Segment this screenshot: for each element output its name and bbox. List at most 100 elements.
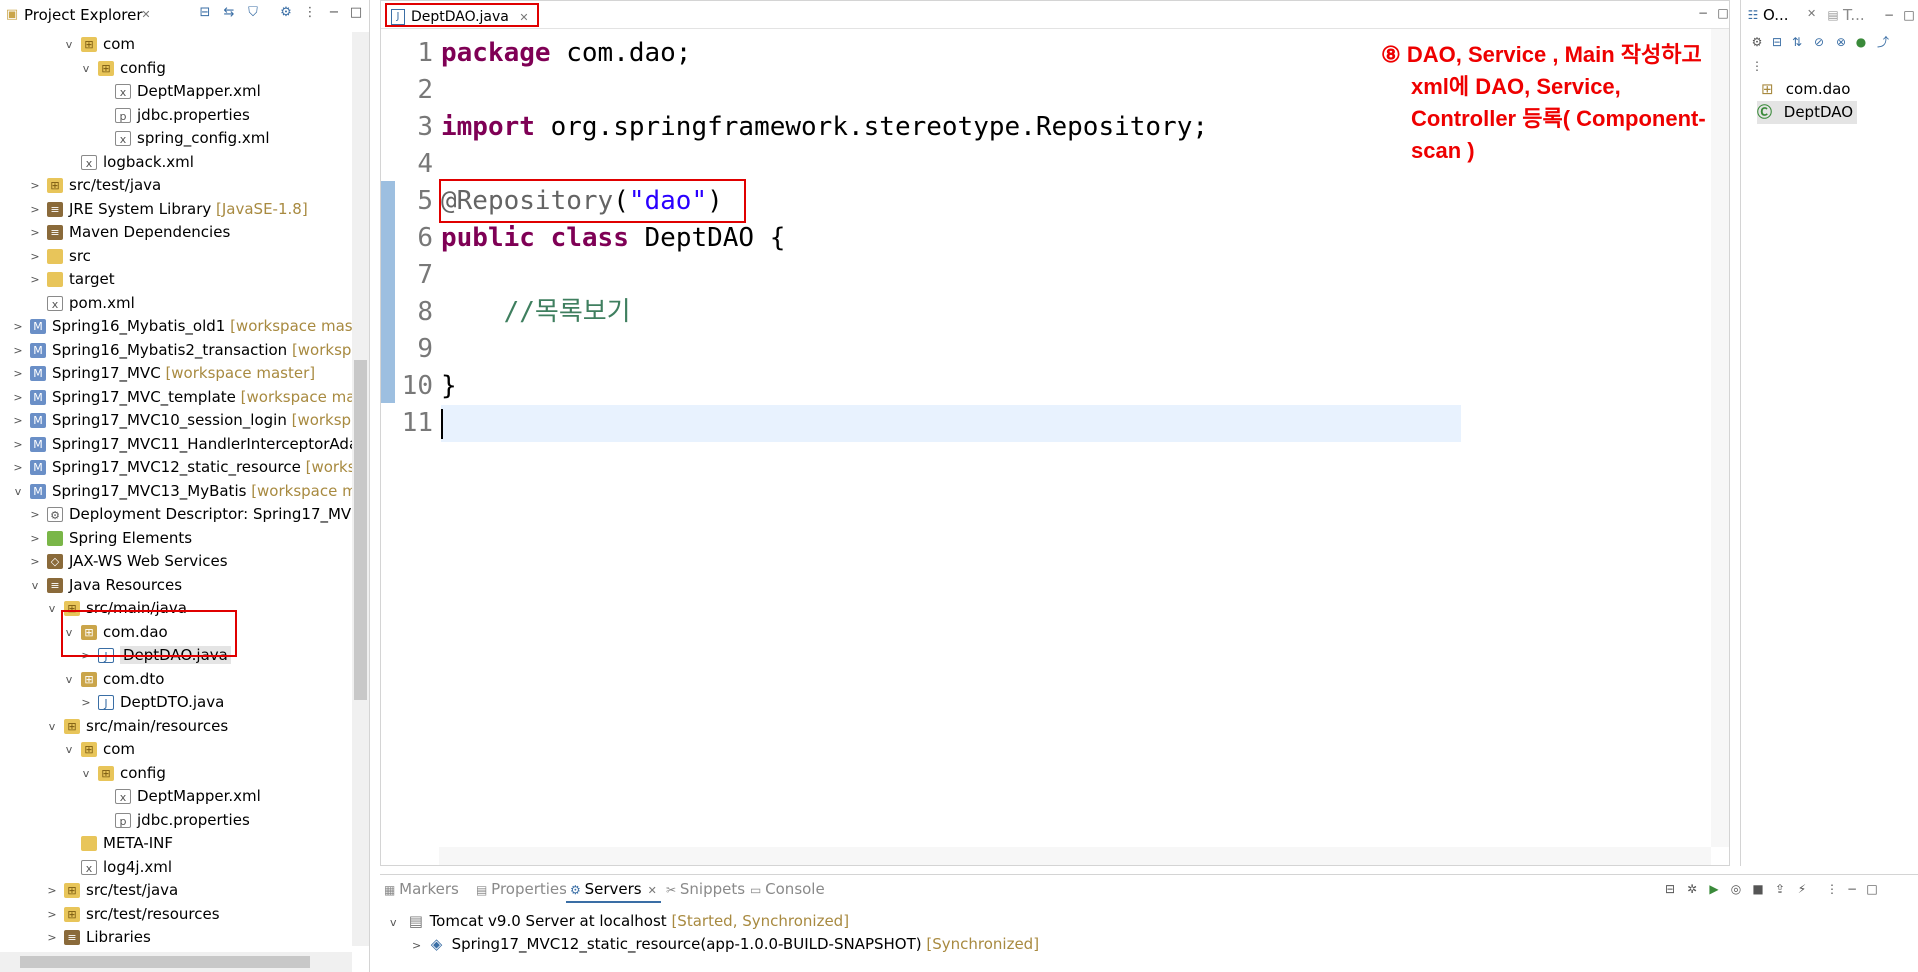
chevron-right-icon[interactable]: >	[29, 221, 41, 244]
chevron-down-icon[interactable]: v	[80, 57, 92, 80]
tree-item[interactable]: x pom.xml	[0, 292, 352, 315]
editor-vertical-scrollbar[interactable]	[1711, 29, 1729, 847]
tree-item[interactable]: > M Spring17_MVC12_static_resource [worksp…	[0, 456, 352, 479]
close-icon[interactable]: ✕	[138, 7, 154, 23]
chevron-right-icon[interactable]: >	[12, 409, 24, 432]
chevron-right-icon[interactable]: >	[46, 903, 58, 926]
view-menu-icon[interactable]: ⋮	[1749, 58, 1765, 74]
chevron-right-icon[interactable]: >	[412, 934, 426, 958]
tree-item[interactable]: > J DeptDTO.java	[0, 691, 352, 714]
tree-item[interactable]: > M Spring17_MVC10_session_login [workspac…	[0, 409, 352, 432]
hide-nonpublic-icon[interactable]: ●	[1853, 34, 1869, 50]
tab-snippets[interactable]: ✂ Snippets	[666, 875, 745, 903]
editor-tab-deptdao[interactable]: J DeptDAO.java ✕	[385, 3, 539, 27]
tree-item[interactable]: > ⚙ Deployment Descriptor: Spring17_MVC13_	[0, 503, 352, 526]
tree-item[interactable]: > M Spring16_Mybatis_old1 [workspace maste…	[0, 315, 352, 338]
chevron-right-icon[interactable]: >	[12, 386, 24, 409]
minimize-icon[interactable]: −	[1695, 5, 1711, 21]
stop-server-icon[interactable]: ■	[1750, 881, 1766, 897]
outline-tab[interactable]: O...	[1763, 6, 1789, 24]
tree-item[interactable]: > M Spring17_MVC [workspace master]	[0, 362, 352, 385]
minimize-icon[interactable]: −	[1881, 7, 1897, 23]
close-icon[interactable]: ✕	[1807, 7, 1816, 20]
chevron-down-icon[interactable]: v	[390, 911, 404, 935]
minimize-icon[interactable]: −	[1844, 881, 1860, 897]
collapse-all-icon[interactable]: ⊟	[1662, 881, 1678, 897]
hide-local-types-icon[interactable]: ⤴	[1875, 34, 1891, 50]
server-row-tomcat[interactable]: v ▤ Tomcat v9.0 Server at localhost [Sta…	[390, 909, 849, 933]
tree-item[interactable]: v ⊞ config	[0, 762, 352, 785]
tree-item[interactable]: > Spring Elements	[0, 527, 352, 550]
tree-item[interactable]: v ⊞ src/main/resources	[0, 715, 352, 738]
chevron-down-icon[interactable]: v	[46, 715, 58, 738]
tree-item[interactable]: p jdbc.properties	[0, 809, 352, 832]
chevron-right-icon[interactable]: >	[12, 315, 24, 338]
chevron-right-icon[interactable]: >	[29, 198, 41, 221]
code-line-6[interactable]: public class DeptDAO {	[441, 220, 1701, 257]
tree-item[interactable]: > ≡ Libraries	[0, 926, 352, 946]
chevron-right-icon[interactable]: >	[29, 268, 41, 291]
tree-item[interactable]: v ⊞ config	[0, 57, 352, 80]
maximize-icon[interactable]: □	[1901, 7, 1917, 23]
tree-item[interactable]: v ⊞ com.dto	[0, 668, 352, 691]
publish-icon[interactable]: ⇪	[1772, 881, 1788, 897]
profile-server-icon[interactable]: ◎	[1728, 881, 1744, 897]
chevron-right-icon[interactable]: >	[80, 691, 92, 714]
disconnect-icon[interactable]: ⚡	[1794, 881, 1810, 897]
chevron-right-icon[interactable]: >	[46, 926, 58, 946]
tree-item[interactable]: > ⊞ src/test/resources	[0, 903, 352, 926]
explorer-horizontal-scroll-thumb[interactable]	[20, 956, 310, 968]
outline-item-class[interactable]: Ⓒ DeptDAO	[1757, 101, 1858, 124]
tab-markers[interactable]: ▦ Markers	[384, 875, 459, 903]
collapse-all-icon[interactable]: ⊟	[1769, 34, 1785, 50]
start-server-icon[interactable]: ▶	[1706, 881, 1722, 897]
tree-item[interactable]: x spring_config.xml	[0, 127, 352, 150]
maximize-icon[interactable]: □	[1715, 5, 1731, 21]
code-line-11-current[interactable]	[441, 405, 1461, 442]
task-list-tab[interactable]: T...	[1843, 6, 1865, 24]
tree-item[interactable]: > ≡ JRE System Library [JavaSE-1.8]	[0, 198, 352, 221]
chevron-right-icon[interactable]: >	[29, 550, 41, 573]
tree-item[interactable]: p jdbc.properties	[0, 104, 352, 127]
settings-icon[interactable]: ⚙	[1749, 34, 1765, 50]
chevron-down-icon[interactable]: v	[63, 738, 75, 761]
chevron-right-icon[interactable]: >	[12, 433, 24, 456]
outline-item-package[interactable]: ⊞ com.dao	[1761, 78, 1850, 101]
code-line-10[interactable]: }	[441, 368, 1701, 405]
tree-item[interactable]: x DeptMapper.xml	[0, 80, 352, 103]
tree-item[interactable]: > src	[0, 245, 352, 268]
editor-horizontal-scrollbar[interactable]	[439, 847, 1711, 865]
project-explorer-tab[interactable]: ▣ Project Explorer ✕ ⊟ ⇆ ⛉ ⚙ ⋮ − □	[0, 0, 368, 32]
tree-item[interactable]: > ◇ JAX-WS Web Services	[0, 550, 352, 573]
chevron-down-icon[interactable]: v	[29, 574, 41, 597]
explorer-vertical-scroll-thumb[interactable]	[354, 360, 367, 700]
close-icon[interactable]: ✕	[648, 884, 657, 897]
chevron-down-icon[interactable]: v	[63, 668, 75, 691]
maximize-icon[interactable]: □	[1864, 881, 1880, 897]
tab-properties[interactable]: ▤ Properties	[476, 875, 567, 903]
hide-fields-icon[interactable]: ⊘	[1811, 34, 1827, 50]
chevron-down-icon[interactable]: v	[63, 33, 75, 56]
tree-item[interactable]: > M Spring17_MVC_template [workspace maste	[0, 386, 352, 409]
maximize-icon[interactable]: □	[348, 5, 364, 21]
hide-static-icon[interactable]: ⊗	[1833, 34, 1849, 50]
tree-item[interactable]: > target	[0, 268, 352, 291]
chevron-right-icon[interactable]: >	[12, 339, 24, 362]
tree-item[interactable]: vM Spring17_MVC13_MyBatis [workspace mas	[0, 480, 352, 503]
code-line-8[interactable]: //목록보기	[441, 294, 1701, 331]
tab-servers[interactable]: ⚙ Servers ✕	[566, 875, 661, 903]
tree-item[interactable]: > ⊞ src/test/java	[0, 879, 352, 902]
view-menu-icon[interactable]: ⋮	[1824, 881, 1840, 897]
chevron-right-icon[interactable]: >	[29, 174, 41, 197]
settings-icon[interactable]: ⚙	[278, 5, 294, 21]
tree-item[interactable]: > ⊞ src/test/java	[0, 174, 352, 197]
tree-item[interactable]: > M Spring17_MVC11_HandlerInterceptorAdap	[0, 433, 352, 456]
chevron-down-icon[interactable]: v	[12, 480, 24, 503]
chevron-down-icon[interactable]: v	[46, 597, 58, 620]
chevron-right-icon[interactable]: >	[29, 527, 41, 550]
chevron-right-icon[interactable]: >	[29, 245, 41, 268]
tree-item[interactable]: x log4j.xml	[0, 856, 352, 879]
chevron-right-icon[interactable]: >	[12, 362, 24, 385]
sort-icon[interactable]: ⇅	[1789, 34, 1805, 50]
link-with-editor-icon[interactable]: ⇆	[221, 5, 237, 21]
